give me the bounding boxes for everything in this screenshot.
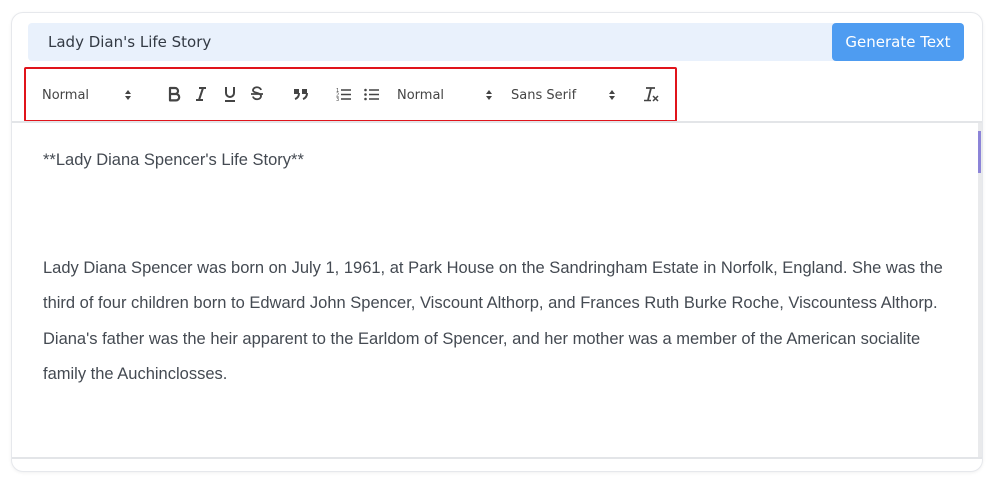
select-arrows-icon	[486, 90, 492, 100]
bullet-list-icon	[364, 88, 379, 101]
header-select-label: Normal	[42, 87, 90, 103]
strikethrough-button[interactable]	[246, 83, 268, 105]
underline-button[interactable]	[219, 83, 241, 105]
bullet-list-button[interactable]	[361, 83, 383, 105]
select-arrows-icon	[125, 90, 131, 100]
clear-format-icon	[644, 87, 659, 102]
blockquote-icon	[294, 89, 308, 100]
header-select[interactable]: Normal	[42, 85, 132, 105]
editor-bottom-border	[12, 457, 982, 459]
size-select[interactable]: Normal	[397, 85, 493, 105]
ordered-list-icon: 1 2 3	[336, 88, 351, 101]
prompt-input[interactable]	[28, 23, 838, 61]
editor-card: Generate Text Normal	[11, 12, 983, 472]
select-arrows-icon	[609, 90, 615, 100]
size-select-label: Normal	[397, 87, 445, 103]
clear-format-button[interactable]	[640, 83, 662, 105]
generate-text-button[interactable]: Generate Text	[832, 23, 964, 61]
font-select-label: Sans Serif	[511, 87, 577, 103]
editor-scrollbar-track[interactable]	[978, 123, 982, 457]
italic-button[interactable]	[190, 83, 212, 105]
strikethrough-icon	[251, 86, 263, 101]
underline-icon	[225, 87, 235, 102]
formatting-toolbar: Normal 1 2 3 Normal Sans Serif	[26, 69, 675, 120]
ordered-list-button[interactable]: 1 2 3	[333, 83, 355, 105]
editor-scrollbar-thumb[interactable]	[978, 131, 981, 173]
font-select[interactable]: Sans Serif	[511, 85, 616, 105]
svg-text:3: 3	[336, 97, 339, 101]
editor-heading-line: **Lady Diana Spencer's Life Story**	[43, 151, 304, 169]
bold-icon	[168, 86, 181, 102]
italic-icon	[196, 87, 206, 101]
bold-button[interactable]	[163, 83, 185, 105]
blockquote-button[interactable]	[290, 83, 312, 105]
editor-paragraph: Lady Diana Spencer was born on July 1, 1…	[43, 259, 943, 383]
text-editor[interactable]: **Lady Diana Spencer's Life Story** Lady…	[43, 123, 963, 457]
